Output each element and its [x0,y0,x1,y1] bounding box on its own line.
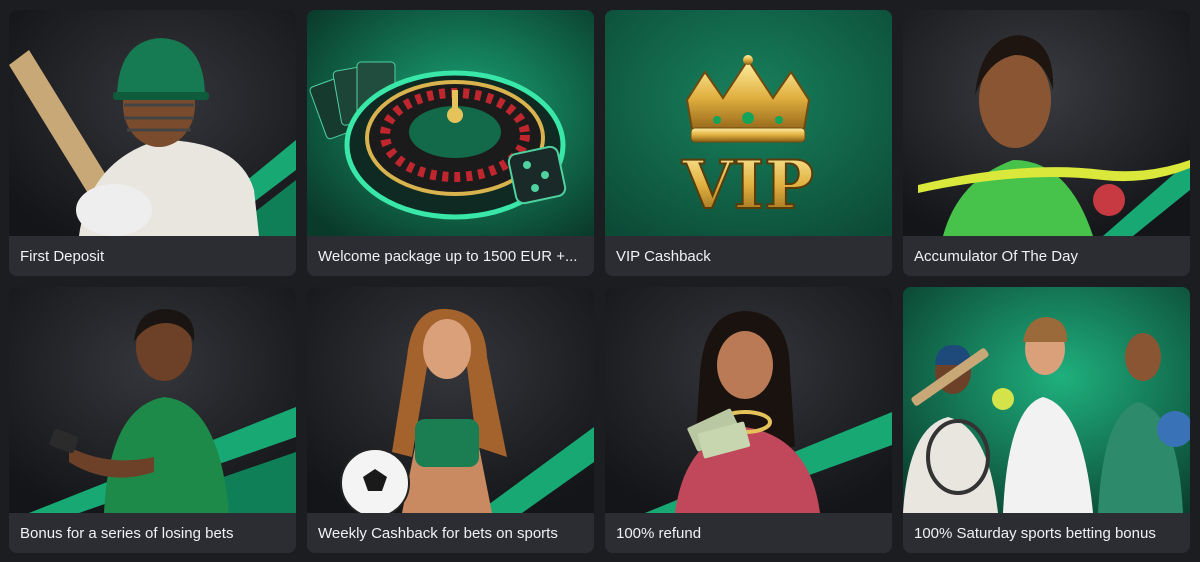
promo-card-refund[interactable]: 100% refund [605,287,892,553]
promo-image-cricket-batsman [9,10,296,236]
promo-image-woman-with-banknotes [605,287,892,513]
promo-title: Accumulator Of The Day [903,236,1190,276]
promo-image-casino-roulette [307,10,594,236]
promo-card-welcome-package[interactable]: Welcome package up to 1500 EUR +... [307,10,594,276]
promo-title: 100% Saturday sports betting bonus [903,513,1190,553]
vip-label: VIP [681,146,814,224]
promotions-grid: First Deposit Welcome package up to 1500… [9,10,1190,553]
promo-card-accumulator[interactable]: Accumulator Of The Day [903,10,1190,276]
promo-image-woman-with-football [307,287,594,513]
promo-image-vip-crown: VIP [605,10,892,236]
promo-card-first-deposit[interactable]: First Deposit [9,10,296,276]
promo-title: VIP Cashback [605,236,892,276]
promo-title: First Deposit [9,236,296,276]
promo-title: Weekly Cashback for bets on sports [307,513,594,553]
promo-card-losing-bets-bonus[interactable]: Bonus for a series of losing bets [9,287,296,553]
promo-title: Welcome package up to 1500 EUR +... [307,236,594,276]
promo-image-athletes-group [903,287,1190,513]
promo-card-weekly-cashback[interactable]: Weekly Cashback for bets on sports [307,287,594,553]
promo-title: 100% refund [605,513,892,553]
promo-card-vip-cashback[interactable]: VIP VIP Cashback [605,10,892,276]
promo-title: Bonus for a series of losing bets [9,513,296,553]
promo-image-sprinter-finish-line [903,10,1190,236]
promo-image-man-with-phone [9,287,296,513]
promo-card-saturday-bonus[interactable]: 100% Saturday sports betting bonus [903,287,1190,553]
